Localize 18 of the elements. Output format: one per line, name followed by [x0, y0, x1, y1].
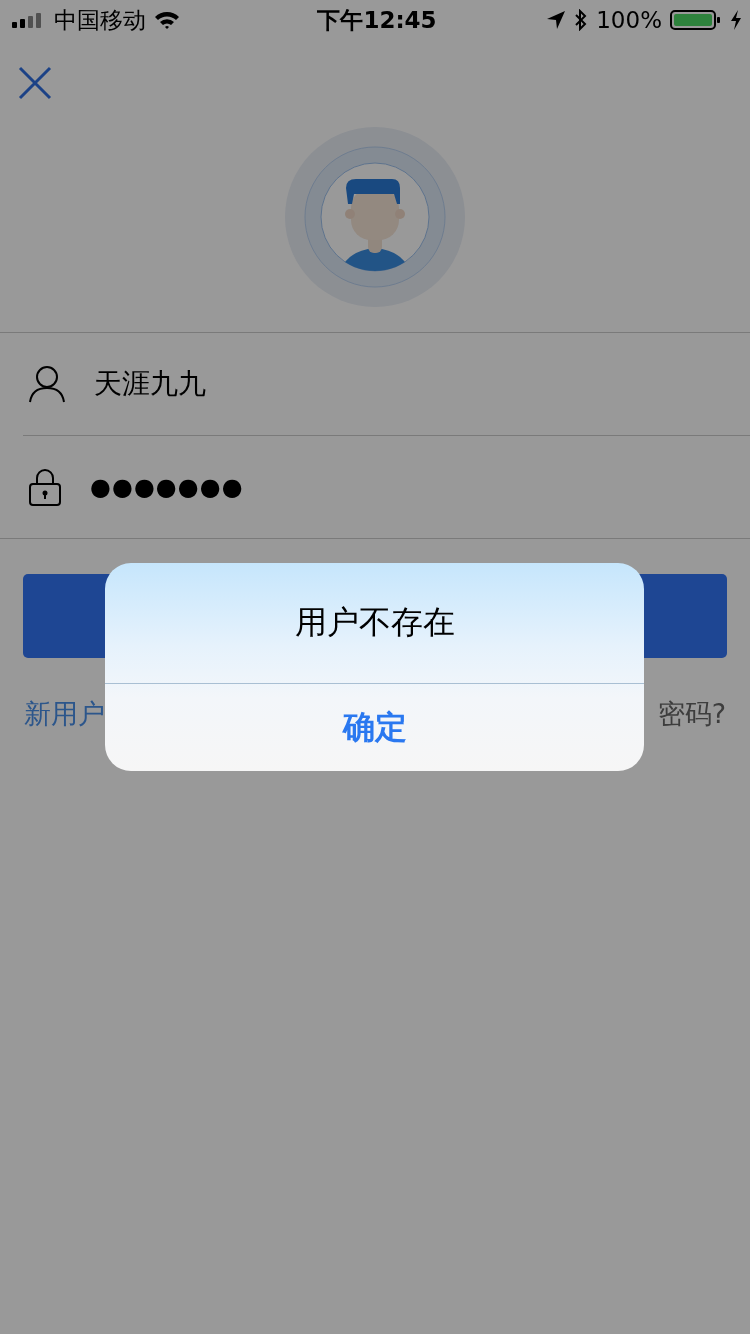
confirm-button[interactable]: 确定 [105, 684, 644, 771]
alert-message: 用户不存在 [105, 563, 644, 684]
carrier-name: 中国移动 [54, 5, 146, 35]
close-button[interactable] [18, 66, 52, 100]
username-field[interactable]: 天涯九九 [94, 364, 206, 404]
charging-bolt-icon [730, 10, 742, 30]
person-icon [28, 365, 66, 403]
register-link[interactable]: 新用户 [24, 696, 105, 732]
battery-percent: 100% [596, 7, 662, 33]
password-field[interactable]: ●●●●●●● [90, 467, 244, 507]
forgot-password-link[interactable]: 密码? [657, 696, 726, 732]
battery-icon [670, 9, 722, 31]
wifi-icon [154, 10, 180, 30]
lock-icon [28, 467, 62, 507]
close-icon [18, 66, 52, 100]
location-arrow-icon [546, 10, 567, 30]
bluetooth-icon [574, 9, 589, 31]
status-time: 下午12:45 [317, 5, 437, 35]
